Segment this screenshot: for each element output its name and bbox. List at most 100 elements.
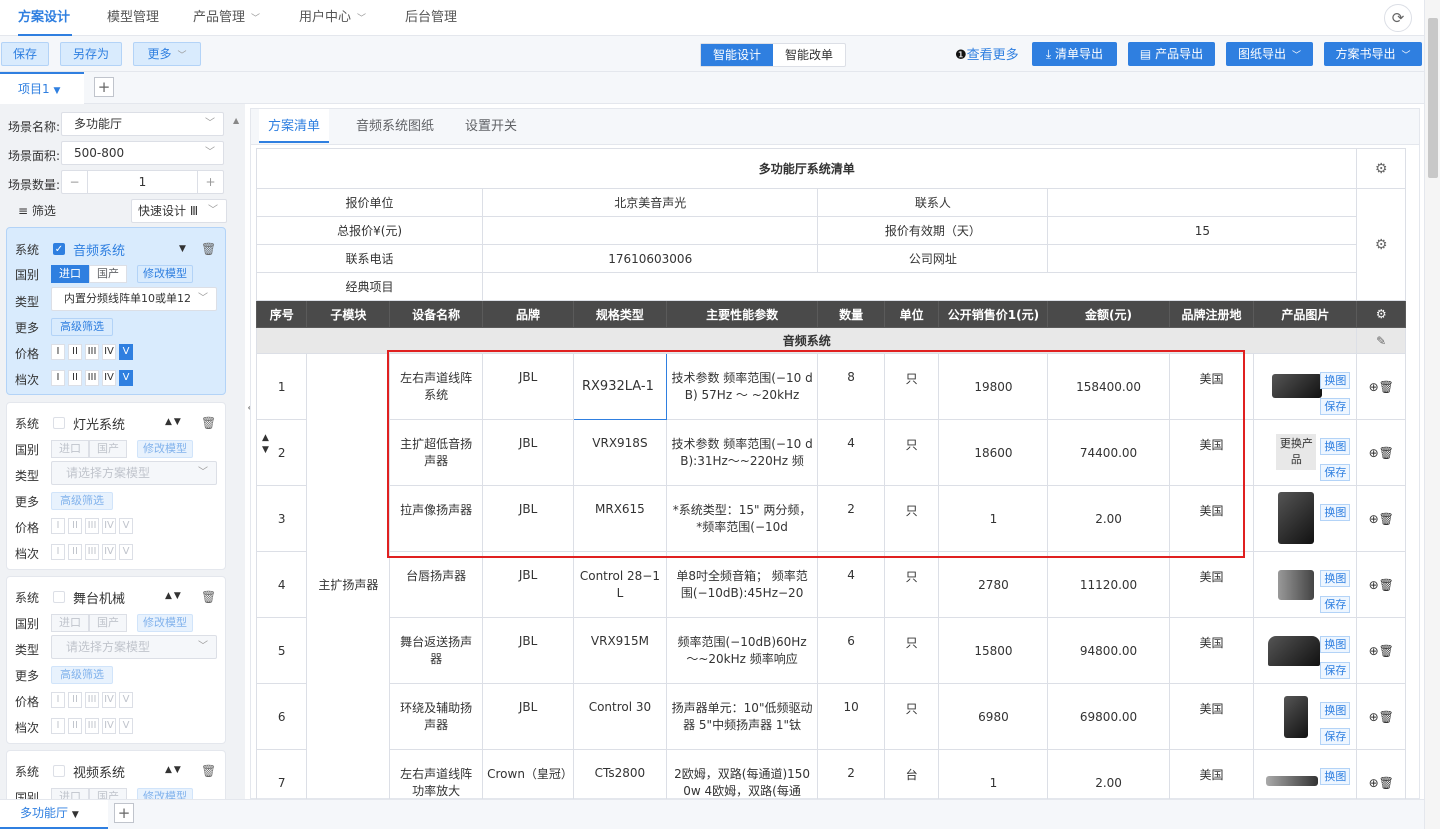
price-level-1[interactable]: I <box>51 344 65 360</box>
grade-level-4[interactable]: IV <box>102 718 116 734</box>
total-value[interactable] <box>482 216 819 245</box>
contact-value[interactable] <box>1047 188 1358 217</box>
quantity-cell[interactable]: 4 <box>817 551 885 618</box>
grade-level-3[interactable]: III <box>85 718 99 734</box>
edit-model-button[interactable]: 修改模型 <box>137 440 193 458</box>
save-image-button[interactable]: 保存 <box>1320 596 1351 613</box>
swap-image-button[interactable]: 换图 <box>1320 504 1351 521</box>
swap-image-button[interactable]: 换图 <box>1320 570 1351 587</box>
smart-edit-tab[interactable]: 智能改单 <box>773 44 845 66</box>
row-action-icons[interactable]: ⊕🗑 <box>1369 710 1394 724</box>
row-action-icons[interactable]: ⊕🗑 <box>1369 644 1394 658</box>
reorder-arrows-icon[interactable]: ▲▼ <box>262 432 269 456</box>
grade-level-4[interactable]: IV <box>102 544 116 560</box>
quantity-cell[interactable]: 6 <box>817 617 885 684</box>
price-level-5[interactable]: V <box>119 692 133 708</box>
price-level-5[interactable]: V <box>119 518 133 534</box>
swap-image-button[interactable]: 换图 <box>1320 768 1351 785</box>
nav-admin[interactable]: 后台管理 <box>405 0 457 36</box>
quote-unit-value[interactable]: 北京美音声光 <box>482 188 819 217</box>
view-more-link[interactable]: ❶查看更多 <box>955 44 1019 63</box>
grade-level-1[interactable]: I <box>51 718 65 734</box>
import-option[interactable]: 进口 <box>51 614 89 632</box>
price-cell[interactable]: 1 <box>938 485 1049 552</box>
gear-icon[interactable]: ⚙ <box>1375 237 1388 253</box>
swap-image-button[interactable]: 换图 <box>1320 438 1351 455</box>
model-input[interactable]: RX932LA-1 <box>572 353 667 420</box>
stage-system-checkbox[interactable] <box>53 591 65 603</box>
project-value[interactable] <box>482 272 1358 301</box>
price-level-1[interactable]: I <box>51 518 65 534</box>
scene-name-select[interactable]: 多功能厅 ﹀ <box>61 112 224 136</box>
table-row[interactable]: 2 主扩超低音扬声器 JBL VRX918S 技术参数 频率范围(−10 dB)… <box>255 419 1406 486</box>
trash-icon[interactable]: 🗑 <box>201 242 216 256</box>
price-level-1[interactable]: I <box>51 692 65 708</box>
add-project-button[interactable]: + <box>94 77 114 97</box>
import-option[interactable]: 进口 <box>51 265 89 283</box>
brand-cell[interactable]: JBL <box>482 353 574 420</box>
save-image-button[interactable]: 保存 <box>1320 398 1351 415</box>
quantity-cell[interactable]: 10 <box>817 683 885 750</box>
brand-cell[interactable]: JBL <box>482 485 574 552</box>
gear-icon[interactable]: ⚙ <box>1375 161 1388 177</box>
phone-value[interactable]: 17610603006 <box>482 244 819 273</box>
table-row[interactable]: 3 拉声像扬声器 JBL MRX615 *系统类型：15" 两分频， *频率范围… <box>255 485 1406 552</box>
table-row[interactable]: 4 台唇扬声器 JBL Control 28−1L 单8吋全频音箱； 频率范围(… <box>255 551 1406 618</box>
website-value[interactable] <box>1047 244 1358 273</box>
table-row[interactable]: 5 舞台返送扬声器 JBL VRX915M 频率范围(−10dB)60Hz ～~… <box>255 617 1406 684</box>
scroll-up-icon[interactable]: ▲ <box>233 116 239 125</box>
smart-design-tab[interactable]: 智能设计 <box>701 44 773 66</box>
row-action-icons[interactable]: ⊕🗑 <box>1369 380 1394 394</box>
gear-icon[interactable]: ⚙ <box>1376 307 1387 321</box>
swap-image-button[interactable]: 换图 <box>1320 372 1351 389</box>
minus-icon[interactable]: − <box>62 171 88 193</box>
reorder-arrows-icon[interactable]: ▲▼ <box>165 591 183 601</box>
row-action-icons[interactable]: ⊕🗑 <box>1369 512 1394 526</box>
price-level-4[interactable]: IV <box>102 344 116 360</box>
price-level-2[interactable]: II <box>68 344 82 360</box>
tab-settings[interactable]: 设置开关 <box>465 109 517 143</box>
domestic-option[interactable]: 国产 <box>89 614 127 632</box>
trash-icon[interactable]: 🗑 <box>201 416 216 430</box>
validity-value[interactable]: 15 <box>1047 216 1358 245</box>
filter-button[interactable]: ≡ 筛选 <box>6 200 72 224</box>
audio-system-checkbox[interactable]: ✓ <box>53 243 65 255</box>
price-level-3[interactable]: III <box>85 692 99 708</box>
grade-level-1[interactable]: I <box>51 370 65 386</box>
edit-model-button[interactable]: 修改模型 <box>137 788 193 799</box>
model-cell[interactable]: MRX615 <box>572 485 667 552</box>
price-level-2[interactable]: II <box>68 518 82 534</box>
brand-cell[interactable]: JBL <box>482 617 574 684</box>
save-image-button[interactable]: 保存 <box>1320 464 1351 481</box>
scene-area-select[interactable]: 500-800 ﹀ <box>61 141 224 165</box>
nav-user-center[interactable]: 用户中心 ﹀ <box>299 0 366 36</box>
save-image-button[interactable]: 保存 <box>1320 662 1351 679</box>
nav-product-management[interactable]: 产品管理 ﹀ <box>193 0 260 36</box>
project-tab[interactable]: 项目1 ▼ <box>0 72 84 104</box>
quantity-cell[interactable]: 8 <box>817 353 885 420</box>
refresh-icon[interactable]: ⟳ <box>1384 4 1412 32</box>
import-option[interactable]: 进口 <box>51 788 89 799</box>
audio-type-select[interactable]: 内置分频线阵单10或单12 ﹀ <box>51 287 217 311</box>
table-row[interactable]: 6 环绕及辅助扬声器 JBL Control 30 扬声器单元：10"低频驱动器… <box>255 683 1406 750</box>
domestic-option[interactable]: 国产 <box>89 788 127 799</box>
export-drawing-button[interactable]: 图纸导出 ﹀ <box>1226 42 1313 66</box>
price-cell[interactable]: 18600 <box>938 419 1049 486</box>
reorder-arrows-icon[interactable]: ▲▼ <box>165 765 183 775</box>
export-product-button[interactable]: ▤ 产品导出 <box>1128 42 1215 66</box>
model-cell[interactable]: VRX915M <box>572 617 667 684</box>
scene-count-value[interactable]: 1 <box>139 175 147 189</box>
grade-level-5[interactable]: V <box>119 544 133 560</box>
price-level-3[interactable]: III <box>85 518 99 534</box>
grade-level-5[interactable]: V <box>119 718 133 734</box>
price-level-4[interactable]: IV <box>102 518 116 534</box>
advanced-filter-button[interactable]: 高级筛选 <box>51 318 113 336</box>
video-system-checkbox[interactable] <box>53 765 65 777</box>
price-level-5[interactable]: V <box>119 344 133 360</box>
import-option[interactable]: 进口 <box>51 440 89 458</box>
brand-cell[interactable]: JBL <box>482 551 574 618</box>
save-button[interactable]: 保存 <box>1 42 49 66</box>
domestic-option[interactable]: 国产 <box>89 440 127 458</box>
model-cell[interactable]: Control 28−1L <box>572 551 667 618</box>
quick-design-select[interactable]: 快速设计 Ⅲ ﹀ <box>131 199 227 223</box>
